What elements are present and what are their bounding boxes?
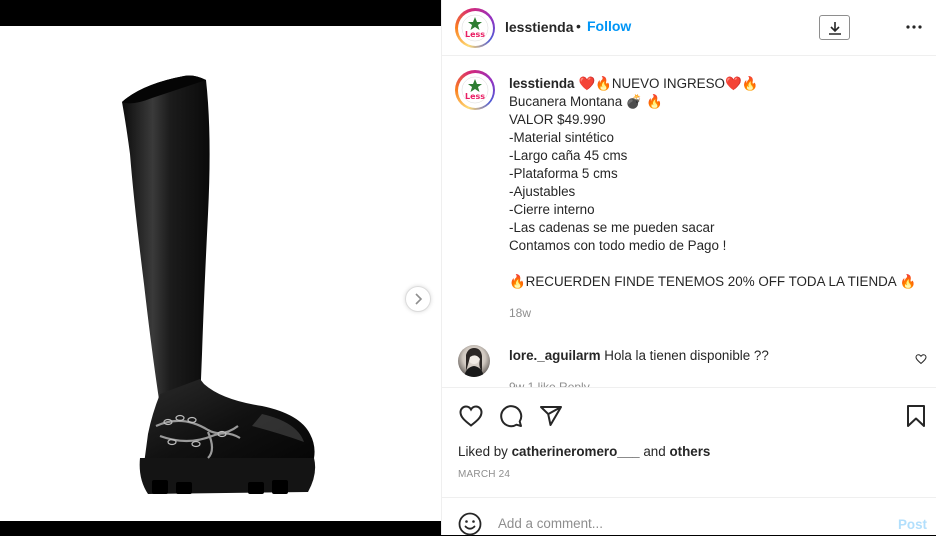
post-date[interactable]: MARCH 24 <box>458 469 510 480</box>
caption-line: -Largo caña 45 cms <box>509 148 628 163</box>
bookmark-icon <box>907 405 925 427</box>
separator-dot: • <box>576 18 581 34</box>
download-icon <box>828 21 841 35</box>
comment-row: lore._aguilarm Hola la tienen disponible… <box>442 343 936 387</box>
post-side-panel: Less lesstienda • Follow Less lesstienda… <box>441 0 936 536</box>
comment-meta: 9w 1 like Reply <box>509 380 590 388</box>
next-photo-button[interactable] <box>405 286 431 312</box>
likes-prefix: Liked by <box>458 444 508 459</box>
caption-line: -Plataforma 5 cms <box>509 166 618 181</box>
save-button[interactable] <box>903 403 929 429</box>
likes-user-link[interactable]: catherineromero___ <box>512 444 640 459</box>
caption-line: -Material sintético <box>509 130 614 145</box>
caption-line: ❤️🔥NUEVO INGRESO❤️🔥 <box>578 76 759 91</box>
post-media[interactable] <box>0 26 441 521</box>
comments-section: Less lesstienda ❤️🔥NUEVO INGRESO❤️🔥 Bucan… <box>442 56 936 388</box>
comment-text: lore._aguilarm Hola la tienen disponible… <box>509 348 769 363</box>
comment-like-icon[interactable] <box>915 353 927 365</box>
heart-icon <box>459 405 483 427</box>
less-logo: Less <box>461 14 489 42</box>
share-icon <box>540 406 562 426</box>
svg-text:Less: Less <box>465 92 485 101</box>
caption-line: -Las cadenas se me pueden sacar <box>509 220 715 235</box>
caption-line: Bucanera Montana 💣 🔥 <box>509 94 663 109</box>
likes-summary: Liked by catherineromero___ and others <box>458 444 710 459</box>
comment-icon <box>500 405 523 428</box>
caption-text: lesstienda ❤️🔥NUEVO INGRESO❤️🔥 Bucanera M… <box>509 75 929 291</box>
post-header: Less lesstienda • Follow <box>442 0 936 56</box>
boot-photo <box>122 75 316 494</box>
share-button[interactable] <box>538 403 564 429</box>
download-button[interactable] <box>819 15 850 40</box>
emoji-icon <box>458 512 482 536</box>
likes-others-link[interactable]: others <box>669 444 710 459</box>
caption-timestamp[interactable]: 18w <box>509 306 531 320</box>
comment-button[interactable] <box>498 403 524 429</box>
media-top-bar <box>0 0 441 26</box>
author-avatar[interactable]: Less <box>455 8 495 48</box>
caption-line: VALOR $49.990 <box>509 112 606 127</box>
more-options-button[interactable] <box>904 17 924 37</box>
follow-button[interactable]: Follow <box>587 18 631 34</box>
likes-middle: and <box>643 444 666 459</box>
author-username[interactable]: lesstienda <box>505 19 573 35</box>
comment-username[interactable]: lore._aguilarm <box>509 348 601 363</box>
caption-avatar[interactable]: Less <box>455 70 495 110</box>
person-photo <box>464 348 484 377</box>
post-comment-button[interactable]: Post <box>898 517 927 532</box>
chevron-right-icon <box>415 293 423 305</box>
media-bottom-bar <box>0 521 441 535</box>
caption-line: -Ajustables <box>509 184 576 199</box>
less-logo: Less <box>461 76 489 104</box>
add-comment-bar: Post <box>442 497 936 536</box>
emoji-button[interactable] <box>458 512 482 536</box>
add-comment-input[interactable] <box>498 511 878 535</box>
more-options-icon <box>906 25 922 29</box>
caption-line: Contamos con todo medio de Pago ! <box>509 238 727 253</box>
caption-footer: 🔥RECUERDEN FINDE TENEMOS 20% OFF TODA LA… <box>509 274 917 289</box>
caption-username[interactable]: lesstienda <box>509 76 575 91</box>
like-button[interactable] <box>458 403 484 429</box>
commenter-avatar[interactable] <box>458 345 490 377</box>
caption-line: -Cierre interno <box>509 202 595 217</box>
comment-body: Hola la tienen disponible ?? <box>604 348 769 363</box>
svg-text:Less: Less <box>465 30 485 39</box>
action-bar <box>442 389 936 441</box>
